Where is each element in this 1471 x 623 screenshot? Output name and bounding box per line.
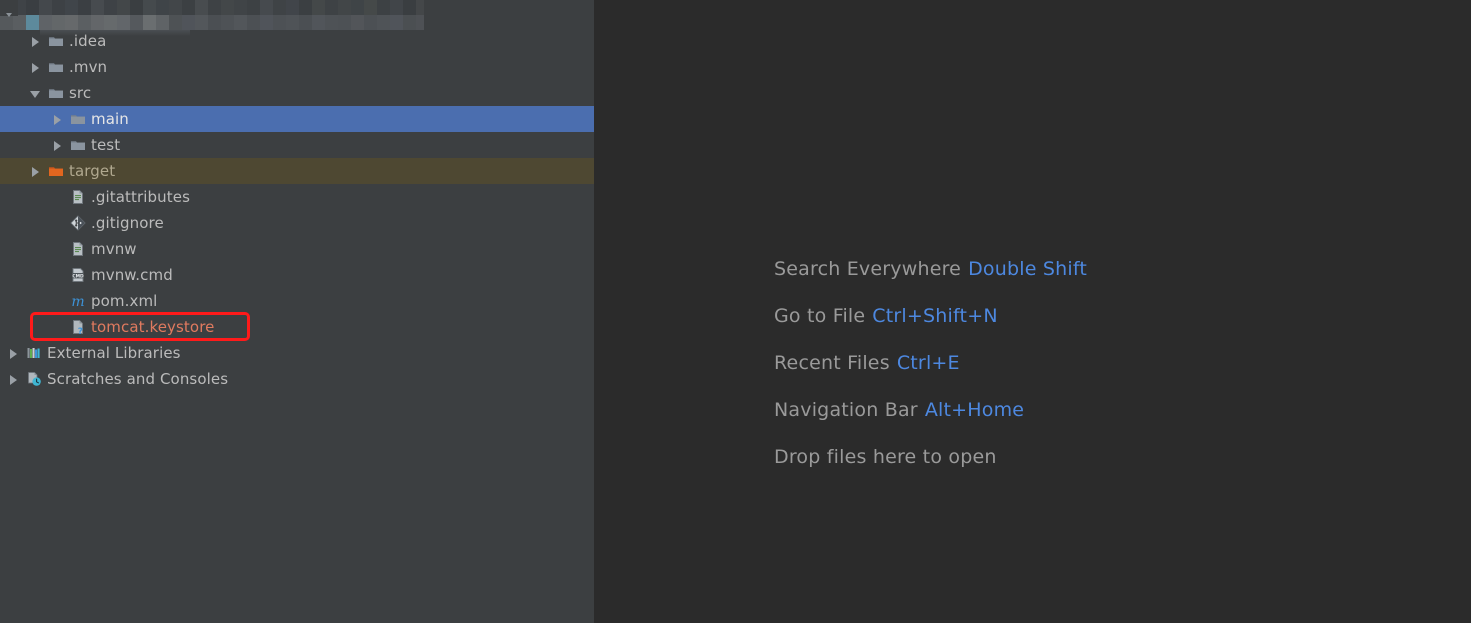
text-file-icon <box>70 189 86 205</box>
svg-text:CMD: CMD <box>72 273 84 279</box>
tree-row-src[interactable]: src <box>0 80 594 106</box>
tree-row-label: src <box>69 84 92 102</box>
chevron-right-icon[interactable] <box>30 36 41 47</box>
scratches-icon <box>26 371 42 387</box>
libraries-icon <box>26 345 42 361</box>
folder-icon <box>48 33 64 49</box>
folder-icon <box>48 85 64 101</box>
tree-row-mvnw-cmd[interactable]: CMD mvnw.cmd <box>0 262 594 288</box>
project-tree[interactable]: .idea .mvn src main test target .gitattributes… <box>0 28 594 392</box>
project-tool-window[interactable]: .idea .mvn src main test target .gitattributes… <box>0 0 594 623</box>
tip-action-label: Search Everywhere <box>774 258 962 280</box>
chevron-right-icon[interactable] <box>30 166 41 177</box>
ide-window: .idea .mvn src main test target .gitattributes… <box>0 0 1471 623</box>
tree-row-label: target <box>69 162 116 180</box>
folder-icon <box>70 137 86 153</box>
chevron-right-icon[interactable] <box>52 140 63 151</box>
chevron-right-icon[interactable] <box>8 374 19 385</box>
tree-row-label: Scratches and Consoles <box>47 370 229 388</box>
tip-action-label: Drop files here to open <box>774 446 997 468</box>
tip-shortcut-label: Ctrl+E <box>896 352 960 374</box>
tip-drop-files-here-to-open: Drop files here to open <box>774 446 1087 468</box>
tree-row-label: External Libraries <box>47 344 181 362</box>
tip-action-label: Navigation Bar <box>774 399 918 421</box>
tip-shortcut-label: Double Shift <box>968 258 1088 280</box>
tree-row-mvnw[interactable]: mvnw <box>0 236 594 262</box>
tree-row-gitignore[interactable]: .gitignore <box>0 210 594 236</box>
tip-action-label: Recent Files <box>774 352 890 374</box>
tree-row-external-libraries[interactable]: External Libraries <box>0 340 594 366</box>
chevron-down-icon[interactable] <box>30 88 41 99</box>
tree-row-label: test <box>91 136 121 154</box>
chevron-right-icon[interactable] <box>30 62 41 73</box>
cmd-file-icon: CMD <box>70 267 86 283</box>
svg-text:m: m <box>71 294 84 309</box>
maven-icon: m <box>70 293 86 309</box>
unknown-file-icon: ? <box>70 319 86 335</box>
tree-row-scratches-and-consoles[interactable]: Scratches and Consoles <box>0 366 594 392</box>
tree-row-label: .gitattributes <box>91 188 190 206</box>
tip-search-everywhere: Search Everywhere Double Shift <box>774 258 1087 280</box>
text-file-icon <box>70 241 86 257</box>
git-icon <box>70 215 86 231</box>
tree-row-label: .mvn <box>69 58 108 76</box>
editor-shortcut-tips: Search Everywhere Double Shift Go to File C… <box>774 258 1087 468</box>
tip-shortcut-label: Ctrl+Shift+N <box>872 305 998 327</box>
folder-icon <box>70 111 86 127</box>
tree-row-label: .idea <box>69 32 107 50</box>
tip-go-to-file: Go to File Ctrl+Shift+N <box>774 305 1087 327</box>
folder-orange-icon <box>48 163 64 179</box>
tree-row-mvn[interactable]: .mvn <box>0 54 594 80</box>
tree-row-label: tomcat.keystore <box>91 318 215 336</box>
tree-row-tomcat-keystore[interactable]: ? tomcat.keystore <box>0 314 594 340</box>
tip-action-label: Go to File <box>774 305 866 327</box>
folder-icon <box>48 59 64 75</box>
tree-row-idea[interactable]: .idea <box>0 28 594 54</box>
tip-navigation-bar: Navigation Bar Alt+Home <box>774 399 1087 421</box>
tip-shortcut-label: Alt+Home <box>924 399 1025 421</box>
tree-row-test[interactable]: test <box>0 132 594 158</box>
tree-row-label: pom.xml <box>91 292 158 310</box>
tree-row-gitattributes[interactable]: .gitattributes <box>0 184 594 210</box>
tree-row-target[interactable]: target <box>0 158 594 184</box>
tip-recent-files: Recent Files Ctrl+E <box>774 352 1087 374</box>
chevron-right-icon[interactable] <box>52 114 63 125</box>
editor-empty-area[interactable]: Search Everywhere Double Shift Go to File C… <box>594 0 1471 623</box>
tree-row-main[interactable]: main <box>0 106 594 132</box>
tree-row-label: main <box>91 110 129 128</box>
tree-row-pom-xml[interactable]: m pom.xml <box>0 288 594 314</box>
svg-text:?: ? <box>78 327 83 335</box>
tree-row-label: .gitignore <box>91 214 164 232</box>
chevron-right-icon[interactable] <box>8 348 19 359</box>
tree-row-label: mvnw.cmd <box>91 266 173 284</box>
tree-row-label: mvnw <box>91 240 137 258</box>
